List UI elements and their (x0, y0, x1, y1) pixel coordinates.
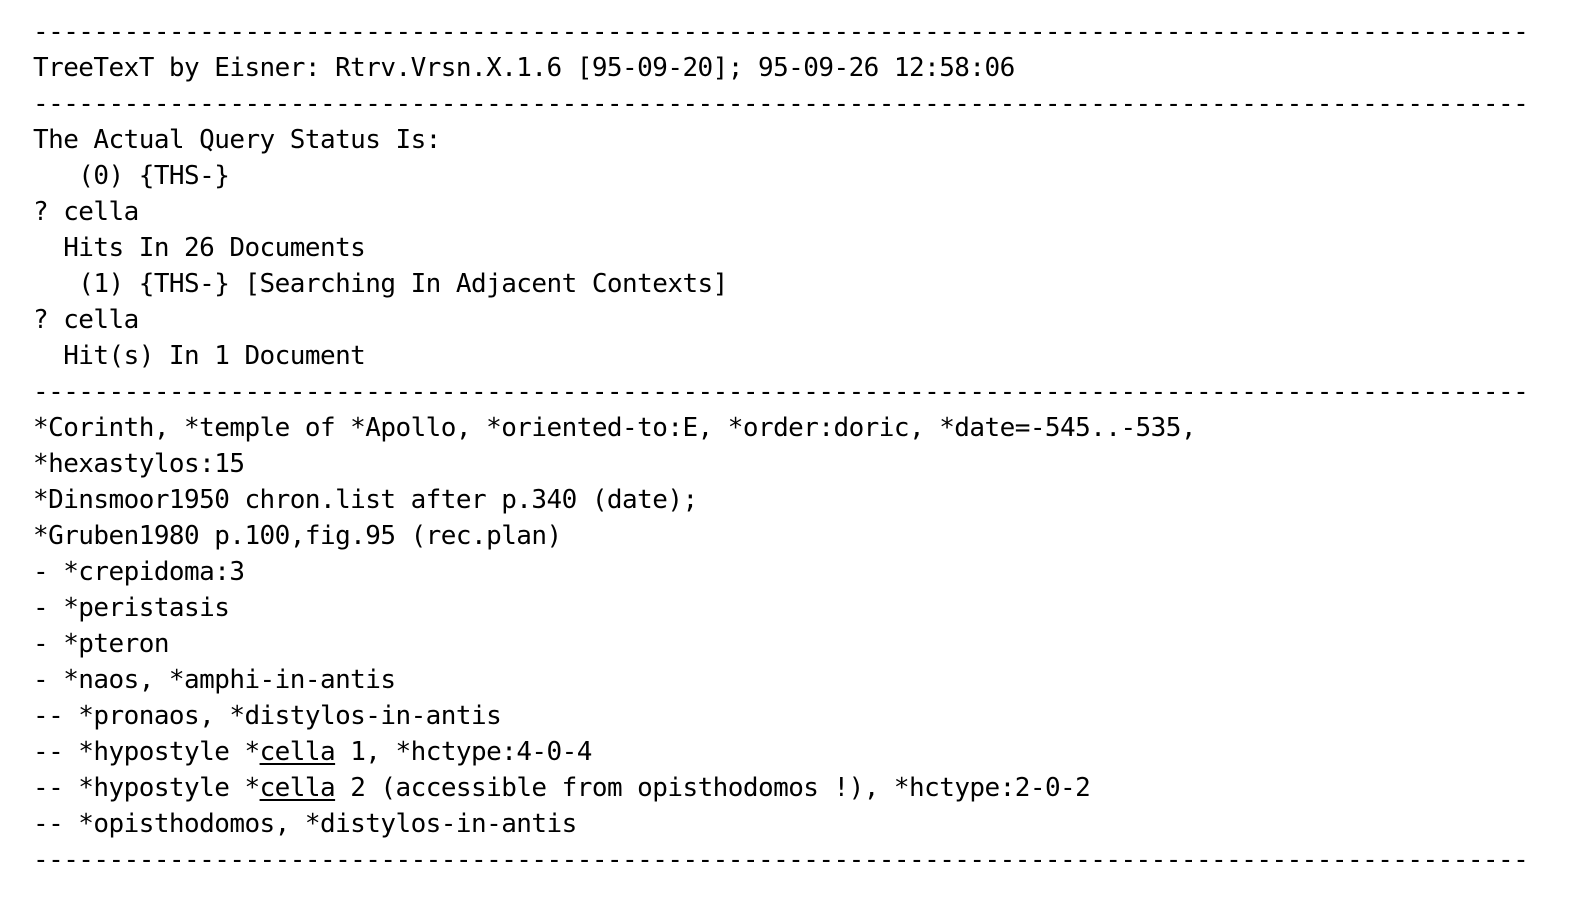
query-hits-line-1: Hits In 26 Documents (33, 233, 366, 263)
record-tree-naos: - *naos, *amphi-in-antis (33, 665, 396, 695)
treetext-output-window: ----------------------------------------… (0, 0, 1569, 904)
query-hits-line-2: Hit(s) In 1 Document (33, 341, 366, 371)
search-hit-term-2: cella (259, 773, 336, 803)
record-tree-peristasis: - *peristasis (33, 593, 230, 623)
query-status-entry-0: (0) {THS-} (33, 161, 230, 191)
separator-rule-top: ----------------------------------------… (33, 17, 1529, 47)
query-status-heading: The Actual Query Status Is: (33, 125, 441, 155)
record-tree-pteron: - *pteron (33, 629, 169, 659)
query-term-line-1: ? cella (33, 197, 139, 227)
document-body: ----------------------------------------… (33, 14, 1533, 878)
program-header-line: TreeTexT by Eisner: Rtrv.Vrsn.X.1.6 [95-… (33, 53, 1015, 83)
hit-line-1-prefix: -- *hypostyle * (33, 737, 260, 767)
search-hit-term-1: cella (259, 737, 336, 767)
record-reference-line-1: *Dinsmoor1950 chron.list after p.340 (da… (33, 485, 698, 515)
hit-line-2-suffix: 2 (accessible from opisthodomos !), *hct… (335, 773, 1091, 803)
record-reference-line-2: *Gruben1980 p.100,fig.95 (rec.plan) (33, 521, 562, 551)
record-tree-hypostyle-cella-1: -- *hypostyle *cella 1, *hctype:4-0-4 (33, 734, 1533, 770)
separator-rule-bottom: ----------------------------------------… (33, 845, 1529, 875)
record-head-line-1: *Corinth, *temple of *Apollo, *oriented-… (33, 413, 1197, 443)
record-tree-hypostyle-cella-2: -- *hypostyle *cella 2 (accessible from … (33, 770, 1533, 806)
record-tree-pronaos: -- *pronaos, *distylos-in-antis (33, 701, 502, 731)
hit-line-2-prefix: -- *hypostyle * (33, 773, 260, 803)
hit-line-1-suffix: 1, *hctype:4-0-4 (335, 737, 592, 767)
separator-rule-after-header: ----------------------------------------… (33, 89, 1529, 119)
record-head-line-2: *hexastylos:15 (33, 449, 245, 479)
record-tree-crepidoma: - *crepidoma:3 (33, 557, 245, 587)
separator-rule-before-record: ----------------------------------------… (33, 377, 1529, 407)
record-tree-opisthodomos: -- *opisthodomos, *distylos-in-antis (33, 809, 577, 839)
query-status-entry-1: (1) {THS-} [Searching In Adjacent Contex… (33, 269, 728, 299)
query-term-line-2: ? cella (33, 305, 139, 335)
